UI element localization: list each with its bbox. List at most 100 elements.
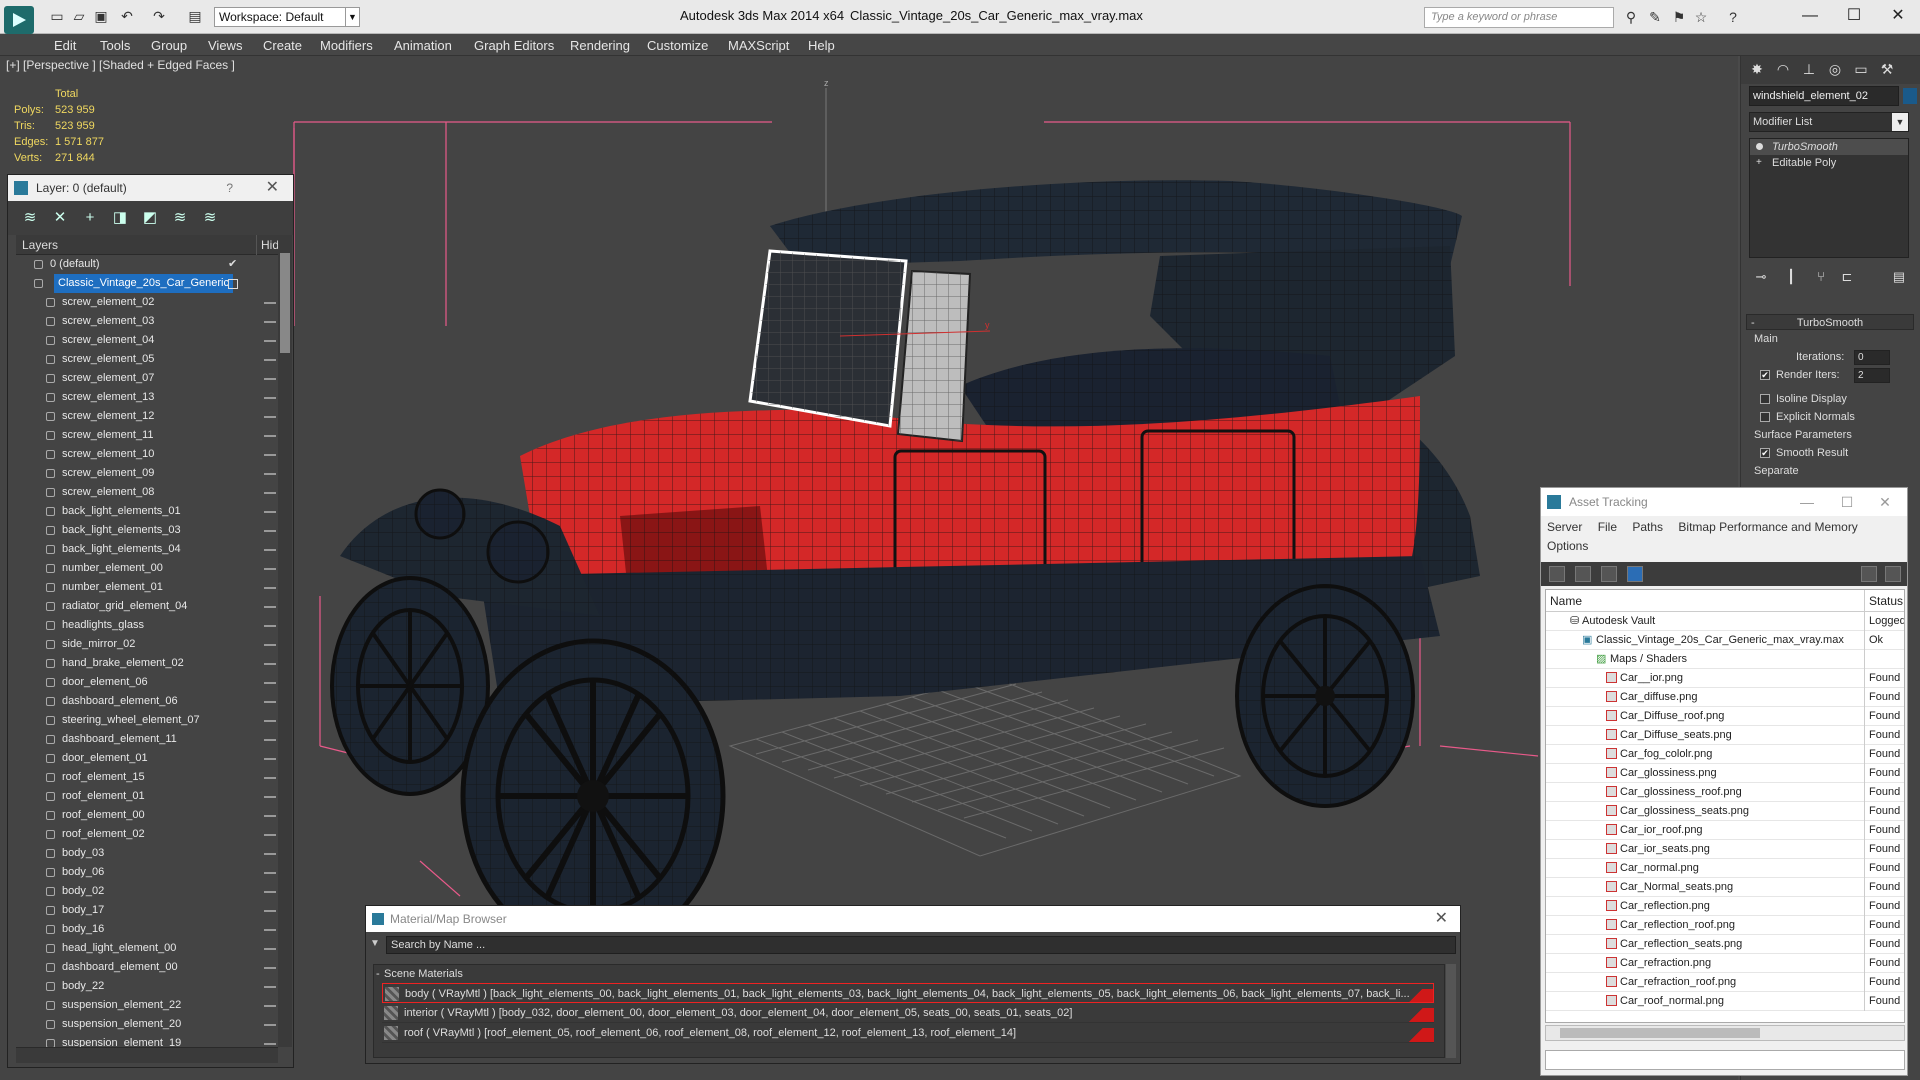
motion-tab-icon[interactable]: ◎	[1825, 61, 1845, 79]
workspace-dropdown[interactable]: Workspace: Default ▼	[214, 7, 360, 27]
menu-file[interactable]: File	[1598, 520, 1617, 534]
iterations-spinner[interactable]: 0	[1854, 350, 1890, 365]
settings-icon[interactable]	[1885, 566, 1901, 582]
layer-object-row[interactable]: back_light_elements_04	[16, 540, 278, 559]
hide-toggle[interactable]	[264, 530, 276, 532]
hide-toggle[interactable]	[264, 739, 276, 741]
save-file-icon[interactable]: ▣	[92, 8, 110, 24]
highlight-layer-icon[interactable]: ◩	[140, 209, 160, 227]
asset-row-map[interactable]: Car_refraction.png Found	[1546, 954, 1904, 973]
stack-item-turbosmooth[interactable]: TurboSmooth	[1750, 139, 1908, 155]
configure-sets-icon[interactable]: ▤	[1889, 269, 1909, 285]
layer-object-row[interactable]: body_02	[16, 882, 278, 901]
asset-row-map[interactable]: Car_normal.png Found	[1546, 859, 1904, 878]
hide-toggle[interactable]	[264, 853, 276, 855]
hide-toggle[interactable]	[264, 302, 276, 304]
hide-toggle[interactable]	[264, 359, 276, 361]
close-icon[interactable]: ✕	[1435, 906, 1448, 932]
hide-toggle[interactable]	[264, 644, 276, 646]
asset-tracking-titlebar[interactable]: Asset Tracking — ☐ ✕	[1541, 488, 1907, 516]
asset-row-map[interactable]: Car_ior_roof.png Found	[1546, 821, 1904, 840]
layer-object-row[interactable]: screw_element_13	[16, 388, 278, 407]
menu-tools[interactable]: Tools	[100, 38, 130, 53]
layer-object-row[interactable]: roof_element_02	[16, 825, 278, 844]
asset-row-map[interactable]: Car_Diffuse_seats.png Found	[1546, 726, 1904, 745]
layer-object-row[interactable]: roof_element_01	[16, 787, 278, 806]
hide-toggle[interactable]	[264, 473, 276, 475]
hide-toggle[interactable]	[264, 625, 276, 627]
asset-row-map[interactable]: Car_reflection.png Found	[1546, 897, 1904, 916]
object-name-field[interactable]: windshield_element_02	[1749, 86, 1899, 106]
layer-object-row[interactable]: screw_element_04	[16, 331, 278, 350]
close-icon[interactable]: ✕	[1865, 488, 1905, 516]
layer-object-row[interactable]: head_light_element_00	[16, 939, 278, 958]
layer-object-row[interactable]: screw_element_10	[16, 445, 278, 464]
hide-toggle[interactable]	[264, 929, 276, 931]
list-view-icon[interactable]	[1575, 566, 1591, 582]
stack-item-editable-poly[interactable]: Editable Poly	[1750, 155, 1908, 171]
redo-icon[interactable]: ↷	[150, 8, 168, 24]
pin-stack-icon[interactable]: ⊸	[1751, 269, 1771, 285]
layer-default[interactable]: 0 (default) ✔	[16, 255, 278, 274]
add-layer-icon[interactable]: +	[80, 209, 100, 227]
layer-object-row[interactable]: number_element_00	[16, 559, 278, 578]
help-search-input[interactable]: Type a keyword or phrase	[1424, 7, 1614, 28]
col-layers[interactable]: Layers	[22, 235, 58, 255]
menu-server[interactable]: Server	[1547, 520, 1582, 534]
help-icon[interactable]	[1861, 566, 1877, 582]
menu-create[interactable]: Create	[263, 38, 302, 53]
isoline-checkbox[interactable]	[1760, 394, 1770, 404]
layer-object-row[interactable]: suspension_element_22	[16, 996, 278, 1015]
scene-materials-header[interactable]: Scene Materials	[374, 965, 1444, 983]
hide-toggle[interactable]	[264, 492, 276, 494]
help-icon[interactable]: ?	[226, 175, 233, 201]
hide-toggle[interactable]	[264, 815, 276, 817]
layer-object-row[interactable]: number_element_01	[16, 578, 278, 597]
layer-object-row[interactable]: body_06	[16, 863, 278, 882]
undo-icon[interactable]: ↶	[118, 8, 136, 24]
menu-rendering[interactable]: Rendering	[570, 38, 630, 53]
binoculars-icon[interactable]: ⚲	[1622, 9, 1640, 25]
layer-panel-titlebar[interactable]: Layer: 0 (default) ? ✕	[8, 175, 293, 201]
menu-help[interactable]: Help	[808, 38, 835, 53]
layer-object-row[interactable]: dashboard_element_06	[16, 692, 278, 711]
scrollbar-thumb[interactable]	[280, 253, 290, 353]
hide-toggle[interactable]	[264, 587, 276, 589]
layer-object-row[interactable]: screw_element_07	[16, 369, 278, 388]
hide-toggle[interactable]	[264, 1043, 276, 1045]
col-status[interactable]: Status	[1864, 590, 1903, 612]
hide-toggle[interactable]	[264, 568, 276, 570]
asset-row-map[interactable]: Car__ior.png Found	[1546, 669, 1904, 688]
layer-object-row[interactable]: door_element_01	[16, 749, 278, 768]
asset-row-map[interactable]: Car_glossiness_roof.png Found	[1546, 783, 1904, 802]
asset-row-map[interactable]: Car_reflection_roof.png Found	[1546, 916, 1904, 935]
check-icon[interactable]: ✔	[228, 255, 237, 274]
hide-toggle[interactable]	[264, 720, 276, 722]
hide-toggle[interactable]	[264, 397, 276, 399]
hide-toggle[interactable]	[264, 663, 276, 665]
layer-object-row[interactable]: body_17	[16, 901, 278, 920]
hide-toggle[interactable]	[264, 682, 276, 684]
hide-toggle[interactable]	[264, 1005, 276, 1007]
col-name[interactable]: Name	[1550, 590, 1582, 612]
hide-toggle[interactable]	[264, 701, 276, 703]
minimize-button[interactable]: —	[1790, 4, 1830, 28]
make-unique-icon[interactable]: ⑂	[1811, 269, 1831, 284]
layer-object-row[interactable]: roof_element_00	[16, 806, 278, 825]
project-folder-icon[interactable]: ▤	[186, 8, 204, 24]
hide-toggle[interactable]	[264, 606, 276, 608]
open-file-icon[interactable]: ▱	[70, 8, 88, 24]
layer-object-row[interactable]: suspension_element_20	[16, 1015, 278, 1034]
layer-object-row[interactable]: dashboard_element_11	[16, 730, 278, 749]
asset-row-map[interactable]: Car_Diffuse_roof.png Found	[1546, 707, 1904, 726]
hide-toggle[interactable]	[264, 378, 276, 380]
render-iters-spinner[interactable]: 2	[1854, 368, 1890, 383]
viewport-label[interactable]: [+] [Perspective ] [Shaded + Edged Faces…	[6, 58, 235, 72]
explicit-normals-checkbox[interactable]	[1760, 412, 1770, 422]
filter-dropdown-icon[interactable]: ▼	[370, 938, 380, 949]
help-icon[interactable]: ?	[1724, 9, 1742, 25]
display-tab-icon[interactable]: ▭	[1851, 61, 1871, 79]
layer-list-hscrollbar[interactable]	[16, 1047, 278, 1063]
material-row-body[interactable]: body ( VRayMtl ) [back_light_elements_00…	[382, 983, 1434, 1003]
hide-all-icon[interactable]: ≋	[170, 209, 190, 227]
